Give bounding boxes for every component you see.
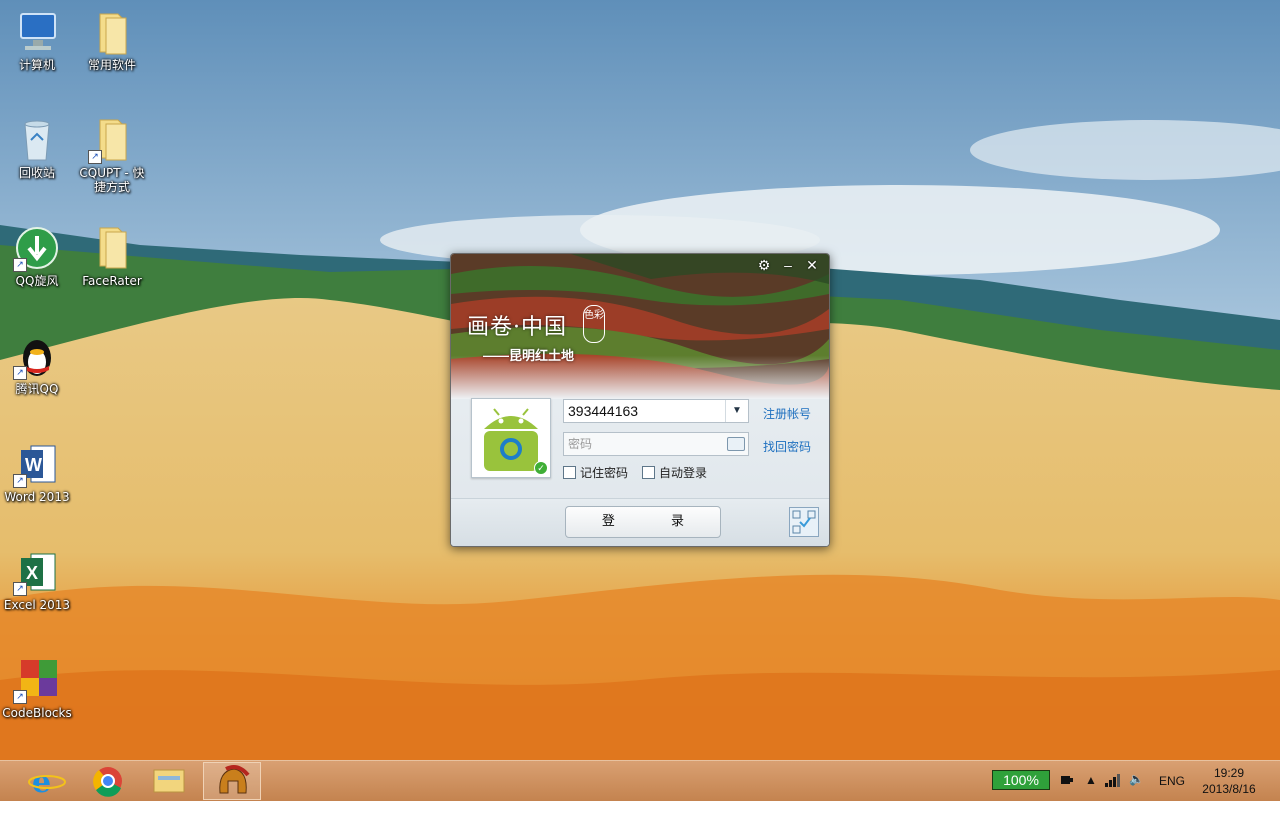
desktop-icon-word-2013[interactable]: W ↗ Word 2013 <box>1 440 73 504</box>
auto-login-label: 自动登录 <box>659 466 708 480</box>
svg-text:e: e <box>32 765 51 800</box>
folder-icon <box>88 8 136 56</box>
desktop-icon-label: CQUPT - 快捷方式 <box>79 166 145 194</box>
excel-icon: X ↗ <box>13 548 61 596</box>
desktop-icon-label: 计算机 <box>18 58 55 72</box>
password-input[interactable]: 密码 <box>563 432 749 456</box>
codeblocks-icon: ↗ <box>13 656 61 704</box>
desktop-icon-label: Excel 2013 <box>3 598 71 612</box>
banner-caption: 画卷·中国 ——昆明红土地 色彩 <box>467 305 605 364</box>
qq-penguin-icon: ↗ <box>13 332 61 380</box>
network-signal-icon[interactable] <box>1104 773 1122 813</box>
login-button[interactable]: 登 录 <box>565 506 721 538</box>
shortcut-arrow-icon: ↗ <box>13 582 27 596</box>
desktop-icon-facerater[interactable]: FaceRater <box>76 224 148 288</box>
shortcut-arrow-icon: ↗ <box>88 150 102 164</box>
chrome-icon <box>93 767 122 797</box>
remember-password-checkbox[interactable]: 记住密码 <box>563 464 628 481</box>
desktop-icon-label: 腾讯QQ <box>15 382 59 396</box>
taskbar-chrome-button[interactable] <box>79 762 137 800</box>
password-placeholder: 密码 <box>568 437 593 451</box>
show-hidden-icons-icon[interactable]: ▲ <box>1085 773 1097 813</box>
taskbar-ie-button[interactable]: e <box>18 762 76 800</box>
online-status-icon: ✓ <box>534 461 548 475</box>
desktop-icon-label: FaceRater <box>82 274 142 288</box>
remember-password-label: 记住密码 <box>580 466 629 480</box>
file-explorer-icon <box>153 769 185 793</box>
qr-code-login-icon[interactable] <box>789 507 819 537</box>
desktop-icon-label: 常用软件 <box>87 58 136 72</box>
clock[interactable]: 19:29 2013/8/16 <box>1198 765 1260 805</box>
account-input[interactable]: 393444163 ▼ <box>563 399 749 423</box>
banner-subtitle: ——昆明红土地 <box>483 348 575 363</box>
input-language-indicator[interactable]: ENG <box>1159 774 1185 814</box>
banner-seal: 色彩 <box>583 305 605 343</box>
taskbar-spartan-app-button[interactable] <box>203 762 261 800</box>
shortcut-arrow-icon: ↗ <box>13 690 27 704</box>
desktop-icon-label: CodeBlocks <box>2 706 72 720</box>
close-button[interactable]: ✕ <box>801 256 823 274</box>
folder-shortcut-icon: ↗ <box>88 116 136 164</box>
banner-title: 画卷·中国 <box>467 315 567 340</box>
desktop-icon-recycle-bin[interactable]: 回收站 <box>1 116 73 180</box>
desktop-icon-computer[interactable]: 计算机 <box>1 8 73 72</box>
checkbox-box[interactable] <box>563 466 576 479</box>
power-plug-icon[interactable] <box>1058 772 1074 812</box>
desktop-icon-tencent-qq[interactable]: ↗ 腾讯QQ <box>1 332 73 396</box>
svg-text:X: X <box>26 563 38 583</box>
register-account-link[interactable]: 注册帐号 <box>763 405 811 422</box>
forgot-password-link[interactable]: 找回密码 <box>763 438 811 455</box>
chevron-down-icon[interactable]: ▼ <box>725 400 748 422</box>
desktop-icon-cqupt-shortcut[interactable]: ↗ CQUPT - 快捷方式 <box>76 116 148 194</box>
ie-icon: e <box>28 765 66 800</box>
keyboard-icon[interactable] <box>727 437 745 451</box>
desktop-icon-common-software[interactable]: 常用软件 <box>76 8 148 72</box>
taskbar-explorer-button[interactable] <box>140 762 198 800</box>
clock-time: 19:29 <box>1213 766 1245 780</box>
desktop-icon-excel-2013[interactable]: X ↗ Excel 2013 <box>1 548 73 612</box>
folder-icon <box>88 224 136 272</box>
shortcut-arrow-icon: ↗ <box>13 258 27 272</box>
spartan-helmet-app-icon <box>219 765 250 794</box>
volume-icon[interactable]: 🔈 <box>1129 772 1144 812</box>
recycle-bin-icon <box>13 116 61 164</box>
auto-login-checkbox[interactable]: 自动登录 <box>642 464 707 481</box>
battery-indicator[interactable]: 100% <box>992 770 1050 790</box>
gear-icon[interactable]: ⚙ <box>753 256 775 274</box>
desktop-icon-label: QQ旋风 <box>15 274 59 288</box>
avatar[interactable]: ✓ <box>471 398 551 478</box>
computer-icon <box>13 8 61 56</box>
account-value: 393444163 <box>568 403 639 419</box>
desktop-icon-codeblocks[interactable]: ↗ CodeBlocks <box>1 656 73 720</box>
desktop-icon-label: Word 2013 <box>4 490 70 504</box>
checkbox-box[interactable] <box>642 466 655 479</box>
minimize-button[interactable]: – <box>777 256 799 274</box>
taskbar: e 100% ▲ 🔈 ENG 19:29 2013/8/16 <box>0 760 1280 801</box>
svg-text:W: W <box>25 455 42 475</box>
clock-date: 2013/8/16 <box>1202 782 1256 796</box>
desktop-icon-qq-whirlwind[interactable]: ↗ QQ旋风 <box>1 224 73 288</box>
word-icon: W ↗ <box>13 440 61 488</box>
qq-whirlwind-icon: ↗ <box>13 224 61 272</box>
shortcut-arrow-icon: ↗ <box>13 474 27 488</box>
shortcut-arrow-icon: ↗ <box>13 366 27 380</box>
qq-login-window[interactable]: ⚙ – ✕ 画卷·中国 ——昆明红土地 色彩 ✓ 393444163 ▼ 密码 … <box>450 253 830 547</box>
desktop-icon-label: 回收站 <box>18 166 55 180</box>
